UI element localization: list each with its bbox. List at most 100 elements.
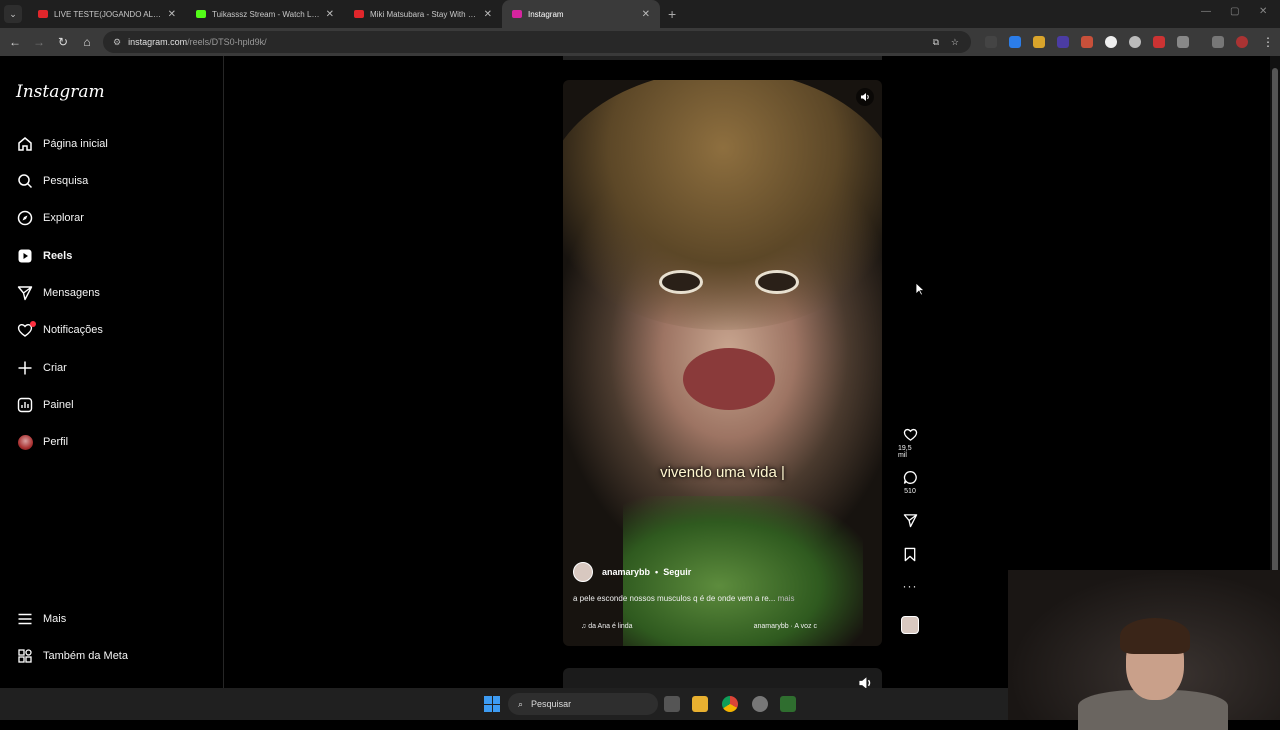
maximize-icon[interactable]: ▢ [1230, 6, 1239, 17]
extension-icon[interactable] [1057, 36, 1069, 48]
close-icon[interactable]: ✕ [642, 9, 650, 20]
bookmark-icon[interactable] [903, 547, 917, 562]
sidebar-item-home[interactable]: Página inicial [16, 132, 108, 156]
instagram-sidebar: Instagram Página inicial Pesquisa Explor… [0, 56, 224, 688]
sidebar-item-label: Também da Meta [43, 650, 128, 662]
chrome-menu-icon[interactable]: ⋮ [1256, 35, 1280, 49]
sidebar-item-label: Pesquisa [43, 175, 89, 187]
browser-tab[interactable]: Miki Matsubara - Stay With Me ✕ [344, 0, 502, 28]
sidebar-item-profile[interactable]: Perfil [16, 430, 68, 454]
instagram-logo[interactable]: Instagram [16, 82, 105, 102]
chrome-icon[interactable] [722, 696, 738, 712]
browser-tab-active[interactable]: Instagram ✕ [502, 0, 660, 28]
sidebar-item-label: Painel [43, 399, 74, 411]
sidebar-item-label: Perfil [43, 436, 69, 448]
close-icon[interactable]: ✕ [168, 9, 176, 20]
close-window-icon[interactable]: ✕ [1259, 6, 1267, 17]
reel-author-row: anamarybb • Seguir [573, 562, 691, 582]
extensions-puzzle-icon[interactable] [1177, 36, 1189, 48]
bookmark-star-icon[interactable]: ☆ [951, 37, 959, 48]
scrollbar-thumb[interactable] [1272, 68, 1278, 628]
browser-tab-strip: ⌄ LIVE TESTE(JOGANDO ALGO) - ✕ Tuikasssz… [0, 0, 1280, 28]
separator-dot: • [655, 567, 659, 577]
minimize-icon[interactable]: — [1201, 6, 1211, 17]
sidebar-item-reels[interactable]: Reels [16, 244, 72, 268]
more-options-action[interactable]: ··· [898, 579, 922, 593]
follow-button[interactable]: Seguir [663, 567, 691, 577]
extension-icon[interactable] [1033, 36, 1045, 48]
app-icon[interactable] [752, 696, 768, 712]
sidebar-item-also-from-meta[interactable]: Também da Meta [16, 644, 128, 668]
instagram-icon [512, 10, 522, 18]
file-explorer-icon[interactable] [692, 696, 708, 712]
sidebar-item-explore[interactable]: Explorar [16, 206, 84, 230]
compass-icon [16, 209, 34, 227]
send-icon[interactable] [903, 513, 918, 528]
forward-icon[interactable]: → [27, 35, 51, 49]
like-action[interactable]: 19,5 mil [898, 427, 922, 459]
comment-count: 510 [904, 488, 916, 495]
save-action[interactable] [898, 547, 922, 562]
video-frame-eye [755, 270, 799, 294]
tab-search-button[interactable]: ⌄ [4, 5, 22, 23]
menu-icon [16, 610, 34, 628]
browser-tab[interactable]: LIVE TESTE(JOGANDO ALGO) - ✕ [28, 0, 186, 28]
extension-icon[interactable] [1081, 36, 1093, 48]
search-icon: ⌕ [518, 698, 524, 709]
extension-icon[interactable] [985, 36, 997, 48]
reel-audio-row[interactable]: ♫ da Ana é linda anamarybb · A voz c [581, 623, 817, 630]
reel-video[interactable]: vivendo uma vida | anamarybb • Seguir a … [563, 80, 882, 646]
site-info-icon[interactable]: ⚙ [113, 37, 121, 48]
sidebar-item-more[interactable]: Mais [16, 607, 66, 631]
volume-icon[interactable] [856, 88, 874, 106]
more-icon[interactable]: ··· [903, 579, 918, 593]
extension-icon[interactable] [1009, 36, 1021, 48]
caption-text: a pele esconde nossos musculos q é de on… [573, 594, 776, 603]
install-app-icon[interactable]: ⧉ [933, 37, 939, 48]
previous-reel[interactable] [563, 56, 882, 60]
home-icon [16, 135, 34, 153]
back-icon[interactable]: ← [3, 35, 27, 49]
browser-tab[interactable]: Tuikasssz Stream - Watch Live o ✕ [186, 0, 344, 28]
extension-icon[interactable] [1105, 36, 1117, 48]
next-reel[interactable] [563, 668, 882, 688]
heart-icon[interactable] [903, 427, 918, 442]
address-bar[interactable]: ⚙ instagram.com/reels/DTS0-hpld9k/ ⧉ ☆ [103, 31, 971, 53]
author-username[interactable]: anamarybb [602, 567, 650, 577]
new-tab-button[interactable]: + [668, 6, 676, 22]
task-view-icon[interactable] [664, 696, 680, 712]
app-icon[interactable] [780, 696, 796, 712]
caption-more-link[interactable]: mais [778, 594, 795, 603]
extension-icon[interactable] [1153, 36, 1165, 48]
close-icon[interactable]: ✕ [326, 9, 334, 20]
comment-action[interactable]: 510 [898, 470, 922, 495]
video-subtitle: vivendo uma vida | [660, 464, 785, 481]
windows-start-icon[interactable] [484, 696, 500, 712]
sidebar-item-dashboard[interactable]: Painel [16, 393, 74, 417]
youtube-icon [38, 10, 48, 18]
reel-caption[interactable]: a pele esconde nossos musculos q é de on… [573, 594, 873, 603]
comment-icon[interactable] [903, 470, 918, 485]
tab-title: Miki Matsubara - Stay With Me [370, 9, 478, 19]
close-icon[interactable]: ✕ [484, 9, 492, 20]
sidebar-item-notifications[interactable]: Notificações [16, 318, 103, 342]
profile-avatar-icon[interactable] [1236, 36, 1248, 48]
sidebar-item-label: Mensagens [43, 287, 100, 299]
chart-icon [16, 396, 34, 414]
url-host: instagram.com [128, 37, 188, 47]
taskbar-search[interactable]: ⌕ Pesquisar [508, 693, 658, 715]
sidebar-item-label: Notificações [43, 324, 103, 336]
sidebar-item-label: Mais [43, 613, 67, 625]
url-path: /reels/DTS0-hpld9k/ [187, 37, 267, 47]
audio-thumbnail[interactable] [901, 616, 919, 634]
share-action[interactable] [898, 513, 922, 528]
home-button-icon[interactable]: ⌂ [75, 35, 99, 49]
heart-icon [16, 321, 36, 339]
sidebar-item-create[interactable]: Criar [16, 356, 67, 380]
author-avatar[interactable] [573, 562, 593, 582]
media-controls-icon[interactable] [1212, 36, 1224, 48]
reload-icon[interactable]: ↻ [51, 35, 75, 49]
extension-icon[interactable] [1129, 36, 1141, 48]
sidebar-item-messages[interactable]: Mensagens [16, 281, 100, 305]
sidebar-item-search[interactable]: Pesquisa [16, 169, 88, 193]
